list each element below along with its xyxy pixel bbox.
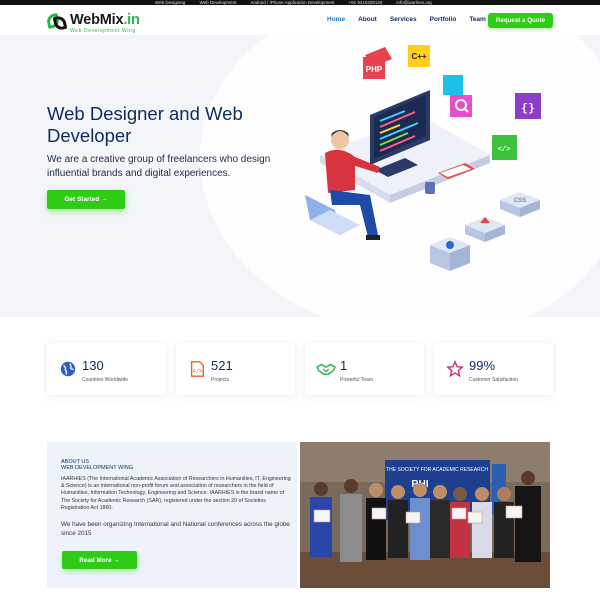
svg-text:{}: {} [521,103,534,115]
nav-portfolio[interactable]: Portfolio [430,16,457,24]
hero-section: Web Designer and Web Developer We are a … [0,35,600,317]
svg-text:CSS: CSS [514,198,526,204]
nav-about[interactable]: About [358,16,377,24]
about-section: ABOUT US WEB DEVELOPMENT WING IAARHIES (… [47,442,297,588]
stat-card-countries: 130 Countries Worldwide [47,343,166,395]
request-quote-button[interactable]: Request a Quote [488,13,553,28]
globe-icon [60,361,76,377]
site-header: WebMix.in Web Development Wing Home Abou… [0,5,600,35]
svg-text:</>: </> [193,369,203,375]
code-file-icon: </> [190,361,205,377]
svg-text:THE SOCIETY FOR ACADEMIC RESEA: THE SOCIETY FOR ACADEMIC RESEARCH [386,467,488,473]
stat-value: 130 [82,358,104,373]
stat-label: Powerful Team [340,377,373,383]
svg-text:C++: C++ [411,52,426,61]
brand-logo[interactable]: WebMix.in Web Development Wing [45,12,140,34]
stat-value: 521 [211,358,233,373]
svg-text:</>: </> [498,146,511,154]
svg-text:PHP: PHP [366,65,383,74]
get-started-button[interactable]: Get Started → [47,190,125,209]
about-kicker-sub: WEB DEVELOPMENT WING [61,465,134,471]
brand-name: WebMix.in [70,12,140,28]
stat-card-satisfaction: 99% Customer Satisfaction [434,343,553,395]
logo-mark-icon [45,12,68,32]
nav-team[interactable]: Team [469,16,486,24]
about-paragraph: IAARHIES (The International Academic Ass… [61,476,291,511]
stat-value: 1 [340,358,348,373]
hero-subtitle: We are a creative group of freelancers w… [47,154,271,179]
stat-card-team: 1 Powerful Team [305,343,424,395]
stat-label: Projects [211,377,230,383]
brand-tagline: Web Development Wing [70,28,136,34]
conference-group-photo: THE SOCIETY FOR ACADEMIC RESEARCH RHI [300,442,550,588]
handshake-icon [316,363,336,376]
developer-illustration: PHP C++ {} </> CSS [305,45,541,271]
read-more-button[interactable]: Read More → [62,551,137,569]
stat-label: Customer Satisfaction [469,377,518,383]
stat-value: 99% [469,358,496,373]
stat-label: Countries Worldwide [82,377,129,383]
nav-services[interactable]: Services [390,16,417,24]
star-icon [446,360,464,378]
stats-row: 130 Countries Worldwide </> 521 Projects… [47,343,553,395]
stat-card-projects: </> 521 Projects [176,343,295,395]
nav-home[interactable]: Home [327,16,345,24]
about-paragraph-2: We have been organizing International an… [61,521,290,537]
main-nav: Home About Services Portfolio Team [327,16,499,24]
hero-title: Web Designer and Web Developer [47,103,243,146]
